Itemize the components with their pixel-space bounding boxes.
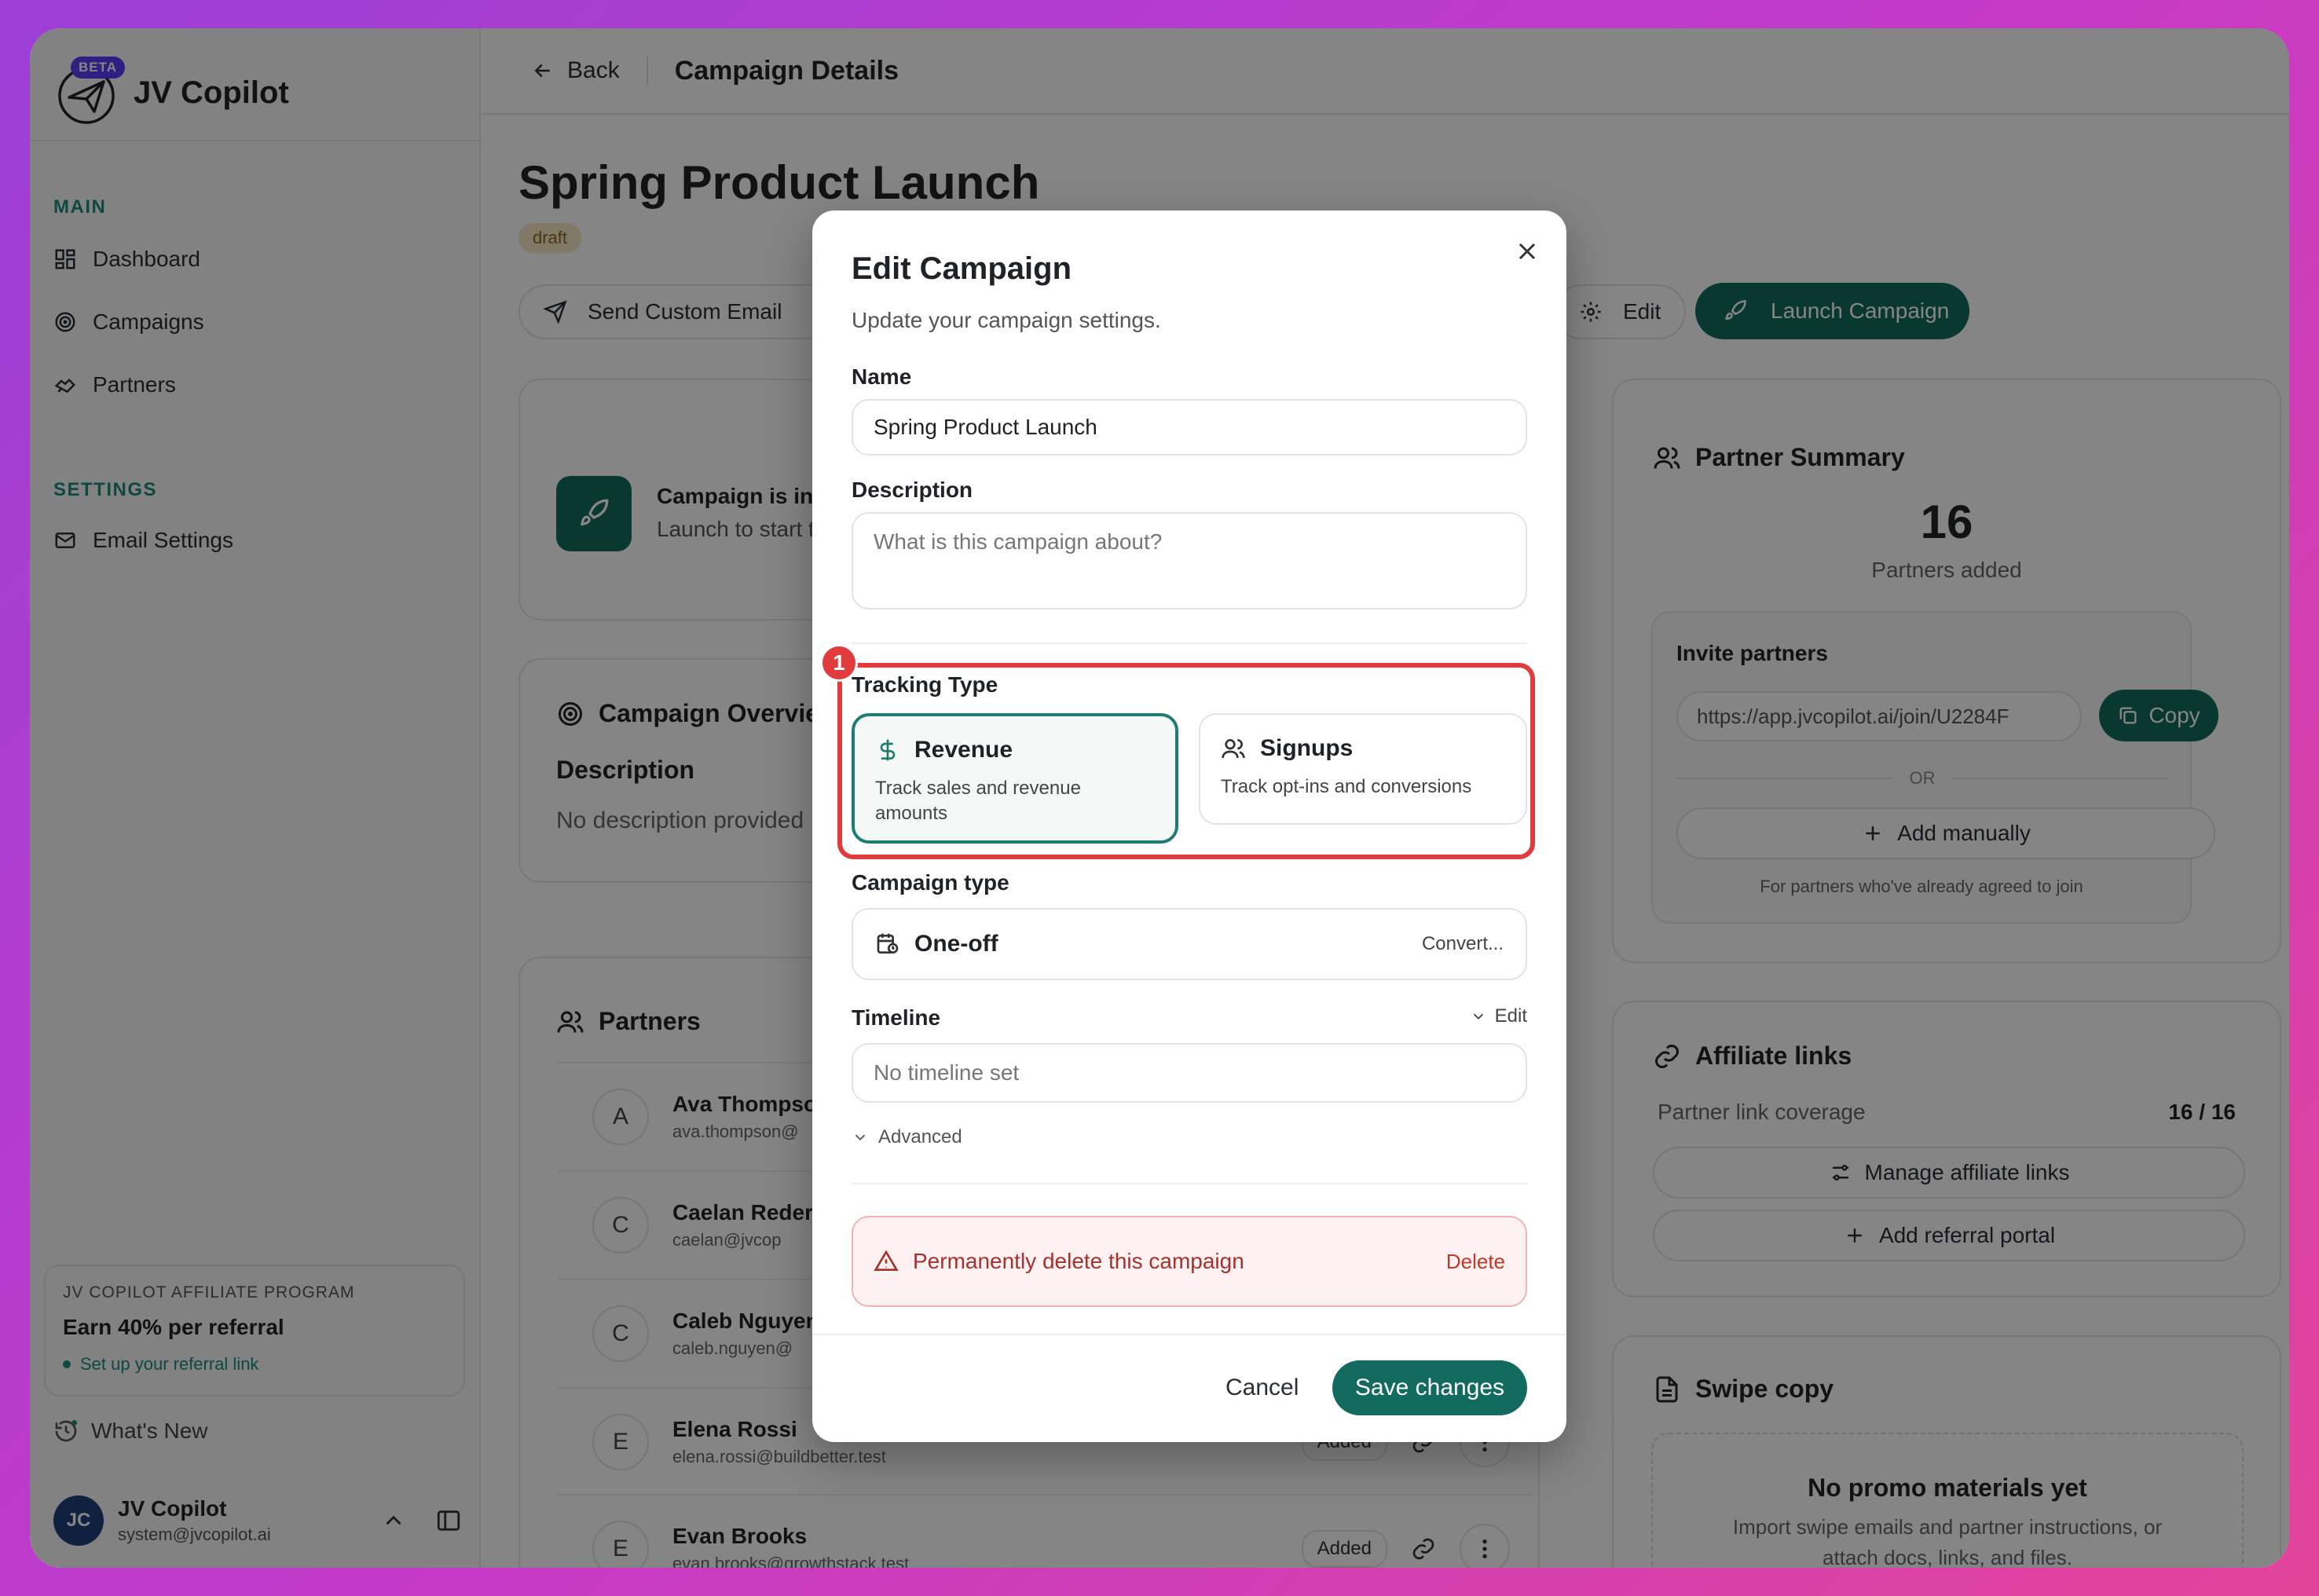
name-label: Name: [852, 364, 912, 389]
campaign-type-field[interactable]: One-off Convert...: [852, 908, 1527, 980]
campaign-type-value: One-off: [914, 931, 998, 957]
save-changes-button[interactable]: Save changes: [1332, 1360, 1527, 1415]
advanced-toggle[interactable]: Advanced: [852, 1126, 962, 1148]
tracking-option-revenue[interactable]: Revenue Track sales and revenue amounts: [852, 713, 1178, 844]
divider: [852, 642, 1527, 644]
delete-button[interactable]: Delete: [1446, 1250, 1505, 1274]
timeline-edit-label: Edit: [1494, 1005, 1527, 1027]
tracking-option-signups[interactable]: Signups Track opt-ins and conversions: [1199, 713, 1527, 825]
close-icon[interactable]: [1513, 237, 1541, 265]
chevron-down-icon: [855, 1134, 866, 1141]
signups-description: Track opt-ins and conversions: [1221, 776, 1472, 797]
timeline-edit-button[interactable]: Edit: [1470, 1005, 1527, 1027]
campaign-type-label: Campaign type: [852, 870, 1009, 895]
divider: [852, 1183, 1527, 1184]
description-textarea[interactable]: What is this campaign about?: [852, 512, 1527, 609]
description-label: Description: [852, 478, 973, 502]
convert-link[interactable]: Convert...: [1422, 933, 1504, 955]
calendar-clock-icon: [877, 933, 899, 954]
dollar-icon: [880, 739, 896, 761]
name-input[interactable]: Spring Product Launch: [852, 399, 1527, 456]
signups-title: Signups: [1260, 735, 1354, 761]
danger-zone: Permanently delete this campaign Delete: [852, 1216, 1527, 1307]
revenue-title: Revenue: [914, 737, 1013, 763]
tracking-type-label: Tracking Type: [852, 672, 998, 697]
timeline-label: Timeline: [852, 1005, 941, 1030]
dialog-title: Edit Campaign: [852, 251, 1072, 286]
edit-campaign-dialog: Edit Campaign Update your campaign setti…: [812, 210, 1566, 1442]
revenue-description: Track sales and revenue amounts: [875, 778, 1081, 824]
danger-text: Permanently delete this campaign: [913, 1249, 1244, 1273]
users-icon: [1222, 739, 1245, 759]
advanced-label: Advanced: [878, 1126, 962, 1148]
divider: [812, 1334, 1566, 1335]
dialog-subtitle: Update your campaign settings.: [852, 308, 1161, 332]
app-window: BETA JV Copilot MAIN Dashboard Campaigns…: [30, 28, 2289, 1568]
cancel-button[interactable]: Cancel: [1207, 1360, 1317, 1415]
chevron-down-icon: [1473, 1013, 1483, 1020]
timeline-field[interactable]: No timeline set: [852, 1043, 1527, 1103]
warning-icon: [874, 1250, 899, 1271]
